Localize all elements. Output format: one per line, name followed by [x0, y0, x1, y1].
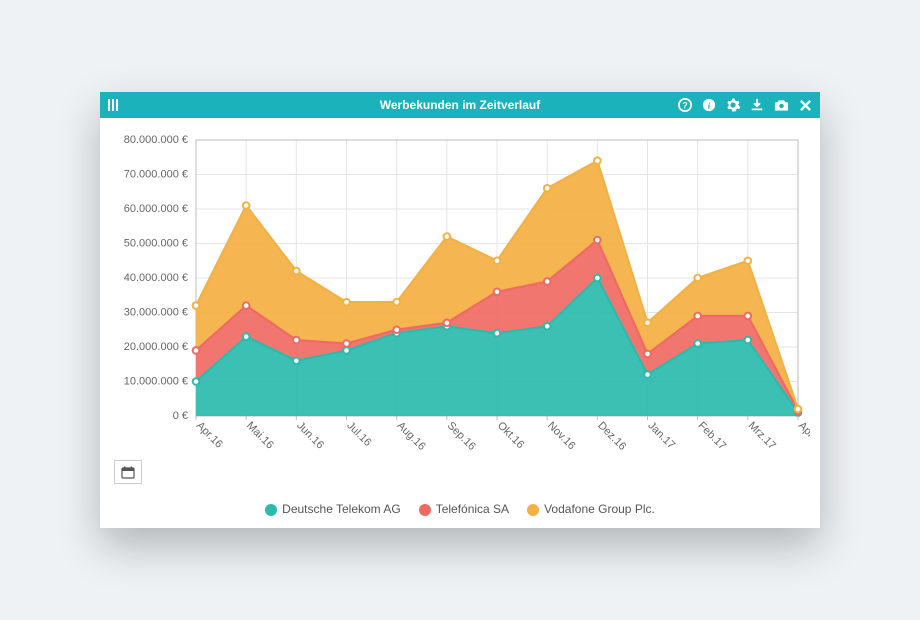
legend-item-2[interactable]: Telefónica SA — [419, 502, 509, 516]
chart-legend: Deutsche Telekom AG Telefónica SA Vodafo… — [100, 496, 820, 528]
legend-label-3: Vodafone Group Plc. — [544, 502, 655, 516]
legend-label-1: Deutsche Telekom AG — [282, 502, 401, 516]
stacked-area-chart: 0 € 10.000.000 € 20.000.000 € 30.000.000 € 4… — [110, 128, 810, 470]
svg-text:?: ? — [682, 101, 687, 111]
x-tick-label: Dez.16 — [595, 420, 628, 453]
y-tick-label: 10.000.000 € — [124, 376, 188, 388]
y-tick-label: 70.000.000 € — [124, 169, 188, 181]
x-tick-label: Apr.16 — [194, 420, 225, 451]
panel-title: Werbekunden im Zeitverlauf — [380, 98, 540, 112]
chart-area: 0 € 10.000.000 € 20.000.000 € 30.000.000 € 4… — [100, 118, 820, 496]
y-tick-label: 40.000.000 € — [124, 272, 188, 284]
x-tick-label: Aug.16 — [395, 420, 428, 453]
panel-header: Werbekunden im Zeitverlauf ? i — [100, 92, 820, 118]
chart-panel: Werbekunden im Zeitverlauf ? i 0 €10.0 — [100, 92, 820, 528]
y-tick-label: 30.000.000 € — [124, 307, 188, 319]
y-tick-label: 20.000.000 € — [124, 341, 188, 353]
x-tick-label: Sep.16 — [445, 420, 478, 453]
info-icon[interactable]: i — [702, 98, 716, 112]
x-tick-label: Okt.16 — [495, 420, 526, 451]
download-icon[interactable] — [750, 98, 764, 112]
x-tick-label: Jan.17 — [645, 420, 677, 452]
x-tick-label: Nov.16 — [545, 420, 578, 453]
x-tick-label: Jun.16 — [294, 420, 326, 452]
legend-item-1[interactable]: Deutsche Telekom AG — [265, 502, 401, 516]
x-tick-label: Jul.16 — [344, 420, 373, 449]
camera-icon[interactable] — [774, 98, 789, 112]
x-tick-label: Feb.17 — [696, 420, 729, 453]
x-tick-label: Mrz.17 — [746, 420, 778, 452]
x-tick-label: Apr.17 — [796, 420, 810, 451]
help-icon[interactable]: ? — [678, 98, 692, 112]
y-tick-label: 60.000.000 € — [124, 203, 188, 215]
legend-item-3[interactable]: Vodafone Group Plc. — [527, 502, 655, 516]
drag-icon[interactable] — [108, 99, 118, 111]
close-icon[interactable] — [799, 99, 812, 112]
calendar-button[interactable] — [114, 460, 142, 484]
y-tick-label: 50.000.000 € — [124, 238, 188, 250]
x-tick-label: Mai.16 — [244, 420, 276, 452]
y-tick-label: 0 € — [173, 410, 188, 422]
legend-label-2: Telefónica SA — [436, 502, 509, 516]
y-tick-label: 80.000.000 € — [124, 134, 188, 146]
gear-icon[interactable] — [726, 98, 740, 112]
